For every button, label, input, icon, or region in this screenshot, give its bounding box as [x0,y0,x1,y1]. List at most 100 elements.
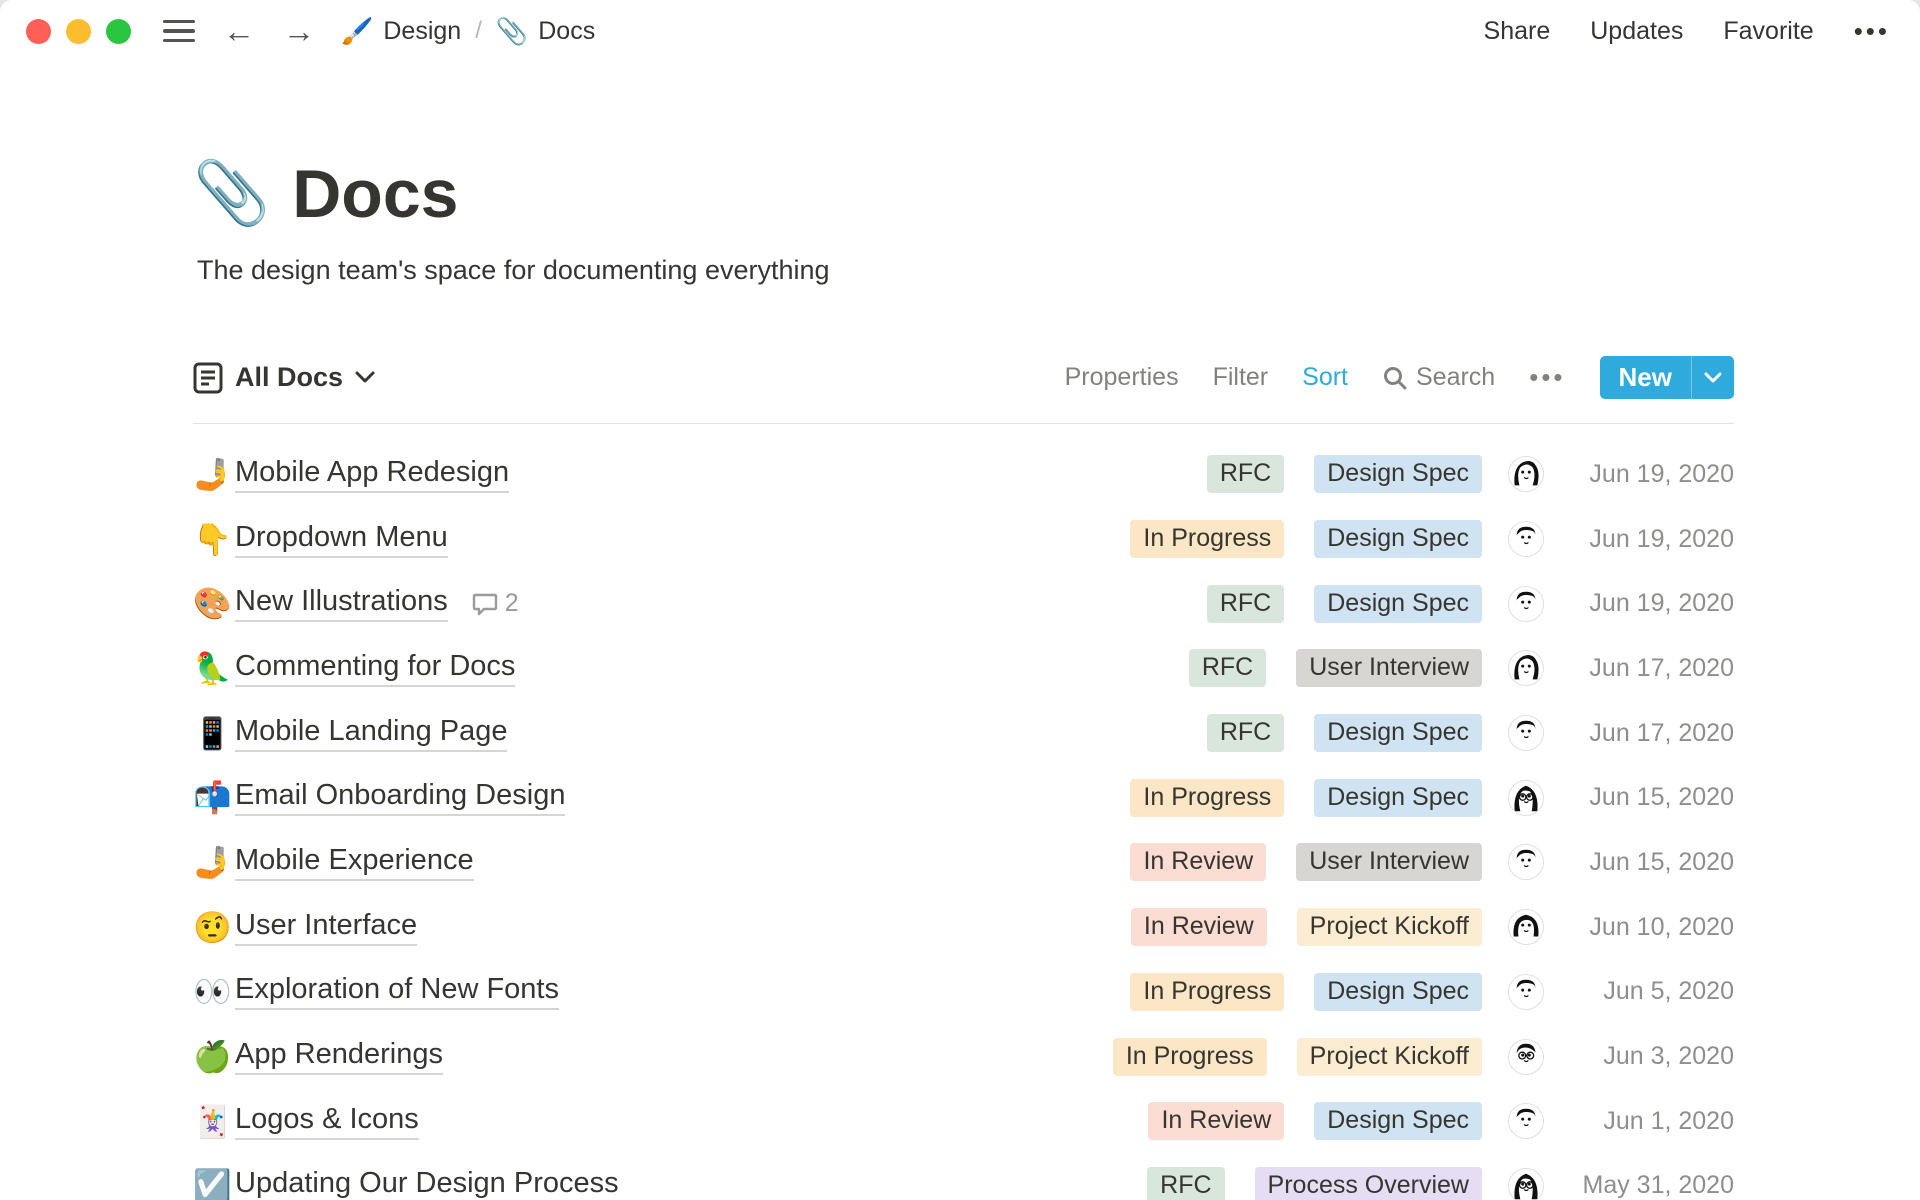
avatar[interactable] [1508,973,1544,1010]
doc-type-badge[interactable]: Design Spec [1314,1102,1482,1141]
avatar[interactable] [1508,456,1544,493]
table-row[interactable]: 🃏 Logos & Icons In Review Design Spec Jun 1,… [193,1089,1734,1154]
table-view-icon [193,362,223,393]
doc-type-badge[interactable]: Project Kickoff [1296,908,1482,947]
doc-type-badge[interactable]: Design Spec [1314,584,1482,623]
doc-date: Jun 3, 2020 [1603,1042,1734,1071]
doc-date: Jun 15, 2020 [1589,783,1734,812]
doc-title-link[interactable]: User Interface [235,909,418,946]
doc-type-badge[interactable]: Design Spec [1314,520,1482,559]
table-row[interactable]: 👀 Exploration of New Fonts In Progress Desi… [193,960,1734,1025]
page-icon-paperclip[interactable]: 📎 [193,163,270,225]
breadcrumb-item-design[interactable]: 🖌️ Design [341,16,461,47]
doc-title-link[interactable]: New Illustrations [235,585,448,623]
doc-title-link[interactable]: Mobile Experience [235,844,474,881]
doc-title-link[interactable]: Mobile App Redesign [235,456,510,493]
more-options-icon[interactable]: ••• [1854,16,1890,47]
doc-type-badge[interactable]: Design Spec [1314,972,1482,1011]
doc-type-badge[interactable]: User Interview [1296,843,1482,882]
table-row[interactable]: 👇 Dropdown Menu In Progress Design Spec Jun … [193,507,1734,572]
sort-button[interactable]: Sort [1302,363,1348,392]
view-switcher[interactable]: All Docs [193,362,375,394]
comment-count[interactable]: 2 [472,589,519,618]
doc-type-badge[interactable]: Process Overview [1254,1166,1482,1200]
status-badge[interactable]: In Progress [1130,520,1285,559]
new-button[interactable]: New [1599,356,1734,399]
properties-button[interactable]: Properties [1065,363,1179,392]
page-description: The design team's space for documenting … [197,255,830,285]
minimize-window-button[interactable] [66,18,91,44]
zoom-window-button[interactable] [106,18,131,44]
doc-date: Jun 19, 2020 [1589,459,1734,488]
table-row[interactable]: 🦜 Commenting for Docs RFC User Interview Jun… [193,636,1734,701]
status-badge[interactable]: In Progress [1112,1037,1267,1076]
table-row[interactable]: 📬 Email Onboarding Design In Progress Desig… [193,765,1734,830]
doc-title-link[interactable]: Logos & Icons [235,1103,419,1140]
doc-date: Jun 17, 2020 [1589,718,1734,747]
avatar[interactable] [1508,909,1544,946]
share-button[interactable]: Share [1484,17,1551,46]
avatar[interactable] [1508,779,1544,816]
status-badge[interactable]: In Review [1148,1102,1285,1141]
doc-date: Jun 5, 2020 [1603,977,1734,1006]
avatar[interactable] [1508,650,1544,687]
doc-emoji-icon: 🍏 [193,1039,232,1075]
table-row[interactable]: 🍏 App Renderings In Progress Project Kickof… [193,1024,1734,1089]
doc-type-badge[interactable]: User Interview [1296,649,1482,688]
avatar[interactable] [1508,1038,1544,1075]
doc-title-link[interactable]: Dropdown Menu [235,521,448,558]
doc-emoji-icon: 👇 [193,521,232,557]
breadcrumb: 🖌️ Design / 📎 Docs [341,16,595,47]
status-badge[interactable]: In Review [1130,908,1267,947]
doc-type-badge[interactable]: Design Spec [1314,778,1482,817]
doc-emoji-icon: 🃏 [193,1103,232,1139]
status-badge[interactable]: RFC [1147,1166,1225,1200]
doc-type-badge[interactable]: Design Spec [1314,455,1482,494]
filter-button[interactable]: Filter [1213,363,1269,392]
avatar[interactable] [1508,521,1544,558]
forward-arrow-icon[interactable]: → [283,15,315,47]
doc-emoji-icon: 🤨 [193,909,232,945]
breadcrumb-separator: / [475,17,482,44]
doc-title-link[interactable]: Updating Our Design Process [235,1167,619,1200]
status-badge[interactable]: RFC [1206,584,1285,623]
search-label: Search [1416,363,1496,391]
new-button-dropdown[interactable] [1691,356,1734,399]
avatar[interactable] [1508,1103,1544,1140]
status-badge[interactable]: RFC [1188,649,1267,688]
docs-table: 🤳 Mobile App Redesign RFC Design Spec Jun 19… [193,424,1734,1200]
avatar[interactable] [1508,1167,1544,1200]
search-button[interactable]: Search [1382,363,1495,392]
updates-button[interactable]: Updates [1590,17,1683,46]
table-row[interactable]: ☑️ Updating Our Design Process RFC Process … [193,1154,1734,1200]
doc-date: Jun 17, 2020 [1589,653,1734,682]
doc-title-link[interactable]: Email Onboarding Design [235,779,566,817]
avatar[interactable] [1508,844,1544,881]
doc-type-badge[interactable]: Design Spec [1314,714,1482,753]
doc-title-link[interactable]: Mobile Landing Page [235,715,508,752]
doc-title-link[interactable]: Commenting for Docs [235,650,516,687]
close-window-button[interactable] [26,18,51,44]
back-arrow-icon[interactable]: ← [223,15,255,47]
table-row[interactable]: 📱 Mobile Landing Page RFC Design Spec Jun 17… [193,701,1734,766]
breadcrumb-item-docs[interactable]: 📎 Docs [496,16,595,47]
table-row[interactable]: 🤳 Mobile Experience In Review User Intervie… [193,830,1734,895]
new-button-label[interactable]: New [1600,356,1691,399]
sidebar-toggle-icon[interactable] [163,19,195,43]
table-row[interactable]: 🤨 User Interface In Review Project Kickoff J… [193,895,1734,960]
table-row[interactable]: 🎨 New Illustrations 2 RFC Design Spec Jun 19,… [193,571,1734,636]
table-row[interactable]: 🤳 Mobile App Redesign RFC Design Spec Jun 19… [193,442,1734,507]
status-badge[interactable]: In Progress [1130,972,1285,1011]
avatar[interactable] [1508,715,1544,752]
status-badge[interactable]: In Review [1130,843,1267,882]
doc-title-link[interactable]: Exploration of New Fonts [235,973,559,1011]
status-badge[interactable]: In Progress [1130,778,1285,817]
avatar[interactable] [1508,585,1544,622]
status-badge[interactable]: RFC [1206,455,1285,494]
doc-title-link[interactable]: App Renderings [235,1038,443,1076]
favorite-button[interactable]: Favorite [1723,17,1813,46]
view-more-options-icon[interactable]: ••• [1529,362,1565,393]
database-toolbar: All Docs Properties Filter Sort Search •… [193,356,1734,399]
status-badge[interactable]: RFC [1206,714,1285,753]
doc-type-badge[interactable]: Project Kickoff [1296,1037,1482,1076]
